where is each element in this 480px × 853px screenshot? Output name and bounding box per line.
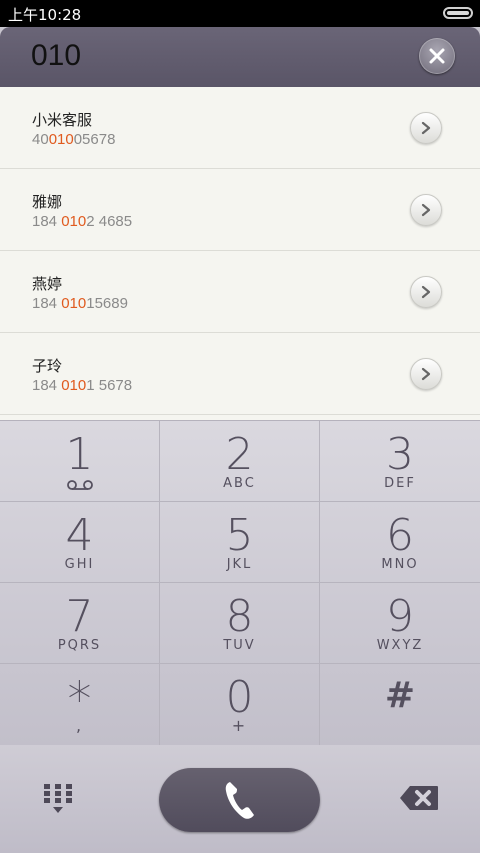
contact-phone: 184 0102 4685 — [32, 213, 133, 230]
key-8[interactable]: 8 TUV — [160, 583, 320, 664]
dialed-number[interactable]: 010 — [31, 39, 81, 73]
key-letters: + — [231, 716, 248, 735]
contact-detail-button[interactable] — [410, 112, 442, 144]
voicemail-icon — [67, 480, 93, 490]
phone-icon — [225, 782, 254, 819]
key-digit: 0 — [225, 672, 254, 723]
key-4[interactable]: 4 GHI — [0, 502, 160, 583]
status-time: 上午10:28 — [8, 6, 82, 24]
key-2[interactable]: 2 ABC — [160, 421, 320, 502]
contact-row[interactable]: 雅娜 184 0102 4685 — [0, 169, 480, 251]
key-5[interactable]: 5 JKL — [160, 502, 320, 583]
contact-name: 雅娜 — [32, 193, 63, 211]
match-highlight: 010 — [61, 377, 87, 394]
key-letters: GHI — [64, 557, 95, 572]
contact-name: 子玲 — [32, 357, 63, 375]
battery-icon — [443, 7, 473, 19]
match-highlight: 010 — [61, 213, 87, 230]
key-letters: DEF — [384, 476, 416, 491]
match-highlight: 010 — [48, 131, 74, 148]
contact-results-list: 小米客服 4001005678 雅娜 184 0102 4685 燕婷 184 … — [0, 87, 480, 420]
key-digit: 7 — [65, 591, 94, 642]
key-digit: 6 — [386, 510, 414, 561]
status-bar: 上午10:28 — [0, 0, 480, 27]
key-3[interactable]: 3 DEF — [320, 421, 480, 502]
key-letters: PQRS — [57, 638, 102, 653]
match-highlight: 010 — [61, 295, 87, 312]
search-bar: 010 — [0, 27, 480, 87]
key-letters: ABC — [223, 476, 256, 491]
backspace-icon[interactable] — [399, 785, 439, 811]
chevron-right-icon — [421, 121, 431, 135]
key-digit: # — [384, 675, 416, 716]
key-letters: , — [75, 716, 84, 735]
key-letters: JKL — [226, 557, 253, 572]
contact-phone: 184 01015689 — [32, 295, 128, 312]
contact-row[interactable]: 小米客服 4001005678 — [0, 87, 480, 169]
key-digit: 4 — [65, 510, 94, 561]
key-0[interactable]: 0 + — [160, 664, 320, 745]
key-letters: TUV — [223, 638, 256, 653]
contact-detail-button[interactable] — [410, 276, 442, 308]
key-digit: 1 — [65, 429, 94, 480]
key-star[interactable]: * , — [0, 664, 160, 745]
chevron-right-icon — [421, 203, 431, 217]
key-hash[interactable]: # — [320, 664, 480, 745]
key-7[interactable]: 7 PQRS — [0, 583, 160, 664]
contact-name: 燕婷 — [32, 275, 63, 293]
clear-button[interactable] — [419, 38, 455, 74]
key-digit: 8 — [225, 591, 254, 642]
contact-name: 小米客服 — [32, 111, 93, 129]
key-letters: MNO — [381, 557, 419, 572]
chevron-right-icon — [421, 367, 431, 381]
dialpad-icon[interactable] — [43, 783, 73, 815]
key-digit: 3 — [386, 429, 414, 480]
key-digit: 2 — [225, 429, 254, 480]
close-icon — [429, 48, 445, 64]
contact-row[interactable]: 子玲 184 0101 5678 — [0, 333, 480, 415]
action-bar — [0, 745, 480, 853]
contact-detail-button[interactable] — [410, 358, 442, 390]
contact-row[interactable]: 燕婷 184 01015689 — [0, 251, 480, 333]
call-button[interactable] — [159, 768, 320, 832]
key-digit: 5 — [225, 510, 254, 561]
chevron-right-icon — [421, 285, 431, 299]
contact-phone: 4001005678 — [32, 131, 116, 148]
contact-phone: 184 0101 5678 — [32, 377, 133, 394]
key-1[interactable]: 1 — [0, 421, 160, 502]
key-letters: WXYZ — [376, 638, 424, 653]
key-9[interactable]: 9 WXYZ — [320, 583, 480, 664]
key-6[interactable]: 6 MNO — [320, 502, 480, 583]
dial-keypad: 1 2 ABC 3 DEF 4 GHI 5 JKL 6 MNO 7 PQRS 8… — [0, 420, 480, 746]
key-digit: 9 — [386, 591, 414, 642]
contact-detail-button[interactable] — [410, 194, 442, 226]
